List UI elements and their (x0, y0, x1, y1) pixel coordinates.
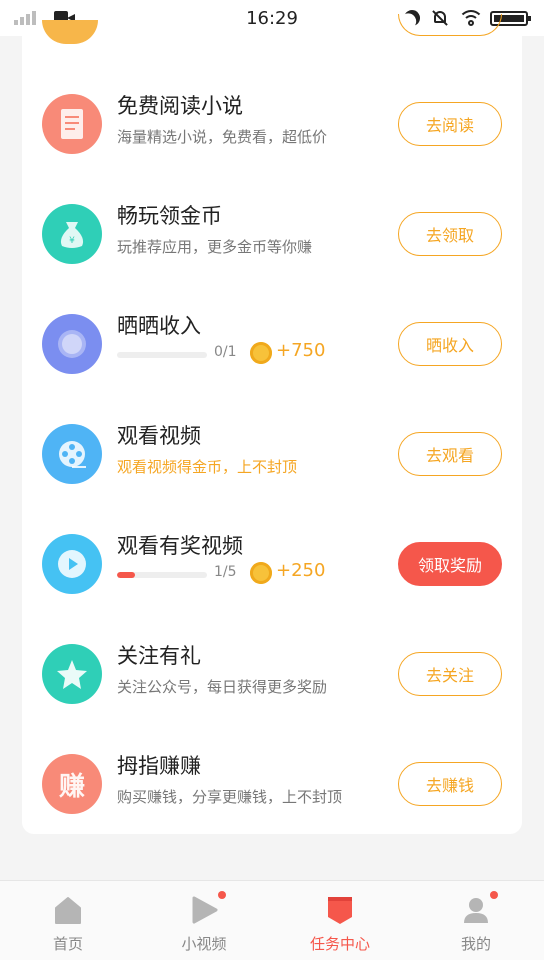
partial-task-button[interactable] (398, 14, 502, 36)
video-play-icon (192, 896, 218, 924)
star-icon (42, 644, 102, 704)
task-progress-bar (117, 572, 207, 578)
task-title: 免费阅读小说 (117, 94, 243, 118)
task-item-share-income: 晒晒收入 0/1 +750 晒收入 (0, 314, 544, 424)
nav-label: 小视频 (181, 935, 227, 953)
notification-dot (218, 891, 226, 899)
task-item-follow: 关注有礼 关注公众号，每日获得更多奖励 去关注 (0, 644, 544, 754)
task-title: 晒晒收入 (117, 314, 201, 338)
nav-label: 我的 (460, 935, 491, 953)
profile-icon (464, 898, 488, 923)
claim-reward-button[interactable]: 领取奖励 (398, 542, 502, 586)
task-title: 观看视频 (117, 424, 201, 448)
task-item-thumb-earn: 赚 拇指赚赚 购买赚钱，分享更赚钱，上不封顶 去赚钱 (0, 754, 544, 864)
task-item-read-novel: 免费阅读小说 海量精选小说，免费看，超低价 去阅读 (0, 94, 544, 204)
money-bag-icon: ¥ (42, 204, 102, 264)
gold-coin-icon (250, 342, 272, 364)
task-subtitle: 海量精选小说，免费看，超低价 (117, 128, 328, 146)
task-subtitle: 购买赚钱，分享更赚钱，上不封顶 (117, 788, 343, 806)
home-icon (55, 897, 81, 924)
book-icon (42, 94, 102, 154)
nav-label: 任务中心 (309, 935, 370, 953)
task-action-button[interactable]: 去关注 (398, 652, 502, 696)
nav-short-video[interactable]: 小视频 (136, 881, 272, 960)
task-progress-bar (117, 352, 207, 358)
nav-label: 首页 (52, 935, 83, 953)
nav-task-center[interactable]: 任务中心 (272, 881, 408, 960)
play-icon (42, 534, 102, 594)
task-progress-count: 1/5 (214, 564, 237, 580)
task-title: 关注有礼 (117, 644, 201, 668)
task-title: 观看有奖视频 (117, 534, 243, 558)
task-reward: +750 (276, 340, 326, 361)
task-item-reward-video: 观看有奖视频 1/5 +250 领取奖励 (0, 534, 544, 644)
task-action-button[interactable]: 晒收入 (398, 322, 502, 366)
task-action-button[interactable]: 去赚钱 (398, 762, 502, 806)
nav-profile[interactable]: 我的 (408, 881, 544, 960)
task-reward: +250 (276, 560, 326, 581)
task-progress-count: 0/1 (214, 344, 237, 360)
coin-icon (42, 314, 102, 374)
task-item-play-apps: ¥ 畅玩领金币 玩推荐应用，更多金币等你赚 去领取 (0, 204, 544, 314)
task-action-button[interactable]: 去阅读 (398, 102, 502, 146)
earn-logo-text: 赚 (58, 771, 85, 802)
task-subtitle: 观看视频得金币，上不封顶 (117, 458, 298, 476)
gold-coin-icon (250, 562, 272, 584)
film-reel-icon (42, 424, 102, 484)
earn-logo-icon: 赚 (42, 754, 102, 814)
svg-text:¥: ¥ (69, 236, 75, 246)
task-flag-icon (328, 897, 352, 924)
task-action-button[interactable]: 去观看 (398, 432, 502, 476)
nav-home[interactable]: 首页 (0, 881, 136, 960)
task-subtitle: 玩推荐应用，更多金币等你赚 (117, 238, 313, 256)
task-item-watch-video: 观看视频 观看视频得金币，上不封顶 去观看 (0, 424, 544, 534)
task-title: 拇指赚赚 (117, 754, 201, 778)
bottom-nav: 首页 小视频 任务中心 我的 (0, 880, 544, 960)
task-title: 畅玩领金币 (117, 204, 222, 228)
task-action-button[interactable]: 去领取 (398, 212, 502, 256)
notification-dot (490, 891, 498, 899)
task-subtitle: 关注公众号，每日获得更多奖励 (117, 678, 328, 696)
